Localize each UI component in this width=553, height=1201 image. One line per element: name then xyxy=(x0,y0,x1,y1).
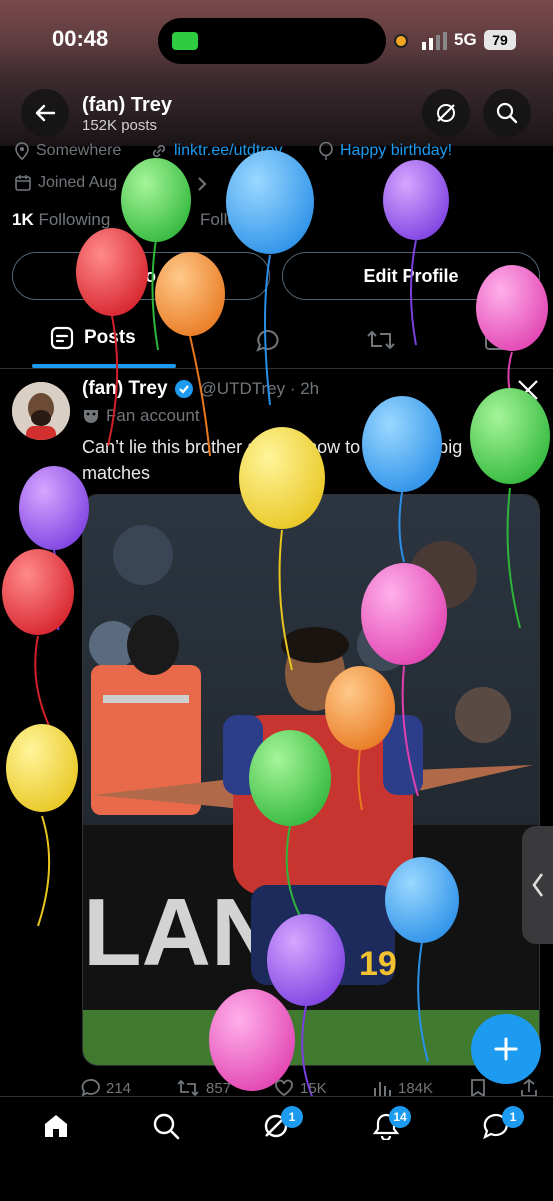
nav-home[interactable] xyxy=(42,1112,70,1140)
bookmark-icon xyxy=(471,1079,485,1098)
balloon xyxy=(476,265,548,393)
balloon xyxy=(2,549,74,737)
balloon xyxy=(249,730,331,917)
compose-button[interactable] xyxy=(471,1014,541,1084)
side-panel-handle[interactable] xyxy=(522,826,553,944)
balloon xyxy=(362,396,442,563)
plus-icon xyxy=(494,1037,518,1061)
handle-chevron-icon xyxy=(531,873,543,897)
balloon xyxy=(239,427,325,671)
views-count: 184K xyxy=(398,1079,434,1097)
repost-action[interactable]: 857 xyxy=(176,1078,231,1098)
share-icon xyxy=(521,1078,537,1097)
balloon-overlay xyxy=(2,150,550,1097)
like-action[interactable]: 15K xyxy=(274,1078,327,1098)
balloon xyxy=(383,160,449,346)
heart-icon xyxy=(275,1079,293,1097)
balloon xyxy=(385,857,459,1063)
nav-search[interactable] xyxy=(152,1112,180,1140)
repost-count: 857 xyxy=(206,1079,232,1097)
home-icon xyxy=(45,1115,67,1137)
balloon xyxy=(6,724,78,927)
balloon xyxy=(155,252,225,457)
balloon xyxy=(226,150,314,406)
grok-badge: 1 xyxy=(281,1106,303,1128)
share-button[interactable] xyxy=(520,1078,538,1098)
views-icon xyxy=(374,1082,391,1096)
views-action[interactable]: 184K xyxy=(372,1078,433,1098)
search-icon xyxy=(153,1113,180,1140)
balloon xyxy=(325,666,395,811)
repost-icon xyxy=(177,1079,199,1097)
balloon xyxy=(76,228,148,447)
notifications-badge: 14 xyxy=(389,1106,411,1128)
bookmark-button[interactable] xyxy=(470,1078,486,1098)
balloon xyxy=(209,989,295,1091)
reply-action[interactable]: 214 xyxy=(80,1078,131,1098)
balloon xyxy=(470,388,550,629)
messages-badge: 1 xyxy=(502,1106,524,1128)
reply-icon xyxy=(81,1079,100,1097)
like-count: 15K xyxy=(300,1079,327,1097)
reply-count: 214 xyxy=(106,1079,132,1097)
